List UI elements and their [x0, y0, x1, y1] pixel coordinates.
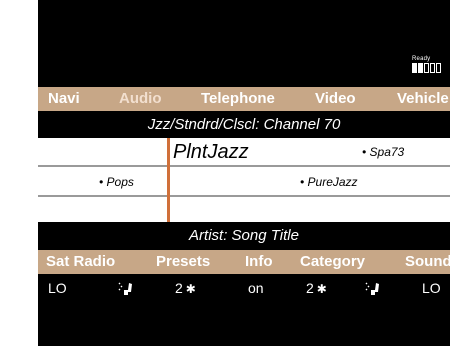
- fan-left-speed: 2: [175, 280, 183, 296]
- audio-submenu-bar: Sat Radio Presets Info Category Sound: [38, 250, 450, 274]
- station-list: PlntJazz • Spa73 • Pops • PureJazz: [38, 138, 450, 222]
- ready-label: Ready: [412, 56, 431, 62]
- seat-heat-icon[interactable]: [117, 281, 135, 297]
- fan-icon: ✱: [316, 282, 327, 296]
- tab-vehicle[interactable]: Vehicle: [397, 90, 449, 107]
- signal-strength-indicator: [412, 63, 441, 73]
- main-menu-bar: Navi Audio Telephone Video Vehicle: [38, 87, 450, 111]
- track-title: Artist: Song Title: [189, 227, 299, 244]
- tab-audio[interactable]: Audio: [119, 90, 162, 107]
- infotainment-screen: Ready Navi Audio Telephone Video Vehicle…: [38, 0, 450, 346]
- signal-bar: [436, 63, 441, 73]
- tuning-marker: [167, 138, 170, 222]
- station-row-empty[interactable]: [38, 197, 450, 222]
- fan-right[interactable]: 2 ✱: [306, 280, 327, 296]
- source-title: Jzz/Stndrd/Clscl: Channel 70: [147, 116, 341, 133]
- tab-info[interactable]: Info: [245, 253, 273, 270]
- climate-right-temp[interactable]: LO: [422, 280, 441, 296]
- tab-video[interactable]: Video: [315, 90, 356, 107]
- tab-category[interactable]: Category: [300, 253, 365, 270]
- fan-icon: ✱: [185, 282, 196, 296]
- tab-sat-radio[interactable]: Sat Radio: [46, 253, 115, 270]
- signal-bar: [430, 63, 435, 73]
- station-row[interactable]: • Pops • PureJazz: [38, 167, 450, 195]
- station-item[interactable]: • PureJazz: [300, 175, 358, 189]
- fan-left[interactable]: 2 ✱: [175, 280, 196, 296]
- station-item[interactable]: • Spa73: [362, 145, 404, 159]
- tab-navi[interactable]: Navi: [48, 90, 80, 107]
- tab-sound[interactable]: Sound: [405, 253, 450, 270]
- climate-status-row: LO 2 ✱ on 2 ✱ LO: [38, 280, 450, 302]
- station-row[interactable]: PlntJazz • Spa73: [38, 138, 450, 165]
- signal-bar: [418, 63, 423, 73]
- station-item[interactable]: • Pops: [99, 175, 134, 189]
- tab-presets[interactable]: Presets: [156, 253, 210, 270]
- seat-heat-icon[interactable]: [364, 281, 382, 297]
- signal-bar: [424, 63, 429, 73]
- tab-telephone[interactable]: Telephone: [201, 90, 275, 107]
- signal-bar: [412, 63, 417, 73]
- station-current[interactable]: PlntJazz: [173, 141, 249, 164]
- fan-right-speed: 2: [306, 280, 314, 296]
- climate-left-temp[interactable]: LO: [48, 280, 67, 296]
- climate-auto-status[interactable]: on: [248, 280, 264, 296]
